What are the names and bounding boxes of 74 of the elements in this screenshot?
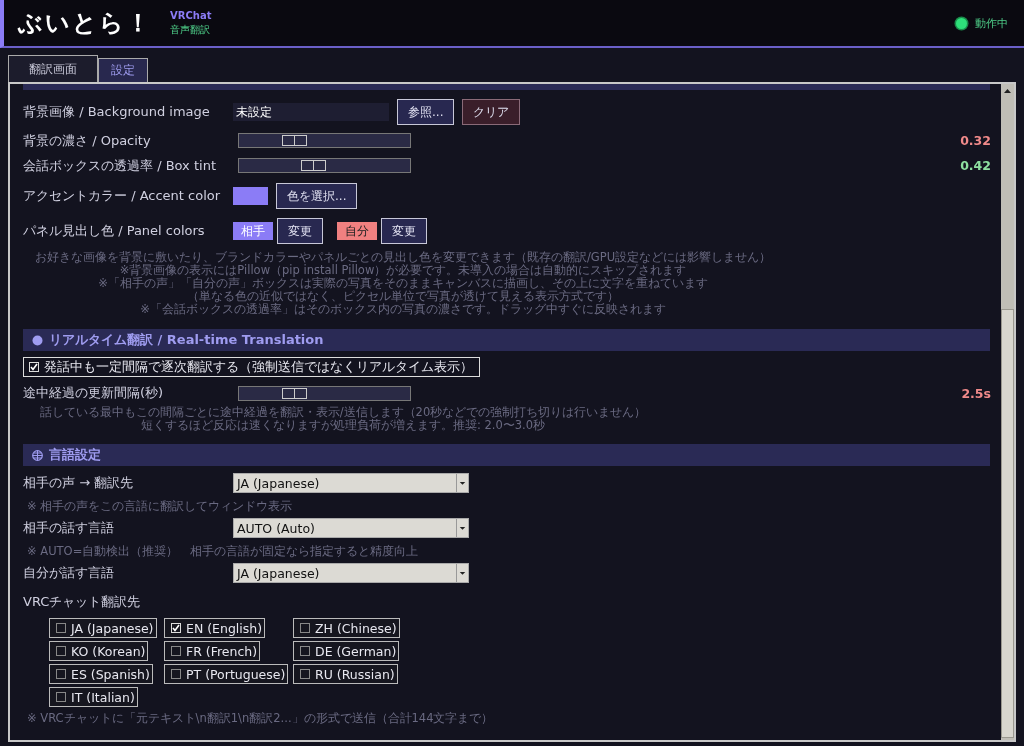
- help-text: ※「会話ボックスの透過率」はそのボックス内の写真の濃さです。ドラッグ中すぐに反映されます: [140, 303, 666, 316]
- checkbox[interactable]: [300, 623, 310, 633]
- slider-value: 0.32: [960, 133, 991, 148]
- checkbox[interactable]: [300, 669, 310, 679]
- field-label: 途中経過の更新間隔(秒): [23, 384, 165, 402]
- section-title: リアルタイム翻訳 / Real-time Translation: [49, 331, 324, 349]
- language-dropdown[interactable]: JA (Japanese): [233, 473, 469, 493]
- scroll-up-icon[interactable]: [1002, 86, 1013, 96]
- field-label: 背景画像 / Background image: [23, 103, 211, 121]
- scrollbar-thumb[interactable]: [1001, 309, 1014, 738]
- field-label: 相手の声 → 翻訳先: [23, 474, 135, 492]
- language-checkbox[interactable]: KO (Korean): [49, 641, 149, 661]
- field-label: 相手の話す言語: [23, 519, 115, 537]
- language-checkbox[interactable]: DE (German): [293, 641, 400, 661]
- language-checkbox[interactable]: RU (Russian): [293, 664, 398, 684]
- slider-track[interactable]: [238, 158, 411, 173]
- help-text: 話している最中もこの間隔ごとに途中経過を翻訳・表示/送信します（20秒などでの強制打ち切りは行いません）: [39, 406, 647, 419]
- language-checkbox[interactable]: EN (English): [164, 618, 266, 638]
- slider-thumb[interactable]: [281, 135, 307, 146]
- field-label: 会話ボックスの透過率 / Box tint: [23, 156, 217, 175]
- language-checkbox[interactable]: IT (Italian): [49, 687, 138, 707]
- globe-icon: [32, 449, 43, 461]
- help-text: ※ AUTO=自動検出（推奨） 相手の言語が固定なら指定すると精度向上: [26, 543, 420, 559]
- slider-thumb[interactable]: [281, 387, 307, 399]
- language-checkbox[interactable]: ES (Spanish): [49, 664, 153, 684]
- image-path-field[interactable]: 未設定: [233, 103, 389, 121]
- checkbox-option[interactable]: 発話中も一定間隔で逐次翻訳する（強制送信ではなくリアルタイム表示）: [23, 357, 480, 377]
- help-text: 短くするほど反応は速くなりますが処理負荷が増えます。推奨: 2.0〜3.0秒: [140, 419, 546, 432]
- app-subtitle: 音声翻訳: [170, 22, 211, 37]
- pick-color-button[interactable]: 色を選択...: [276, 183, 358, 209]
- language-checkbox[interactable]: PT (Portuguese): [164, 664, 289, 684]
- field-label: VRCチャット翻訳先: [23, 593, 142, 611]
- status-label: 動作中: [975, 15, 1008, 31]
- help-text: お好きな画像を背景に敷いたり、ブランドカラーやパネルごとの見出し色を変更できます（既存の翻訳/GPU設定などには影響しません）: [34, 251, 772, 264]
- section-title: 言語設定: [49, 446, 101, 464]
- language-dropdown[interactable]: JA (Japanese): [233, 563, 469, 583]
- checkbox[interactable]: [171, 646, 181, 656]
- help-text: （単なる色の近似ではなく、ピクセル単位で写真が透けて見える表示方式です）: [187, 290, 619, 303]
- help-text: ※ VRCチャットに「元テキスト\n翻訳1\n翻訳2...」の形式で送信（合計144文字まで）: [26, 710, 495, 726]
- tab[interactable]: 設定: [98, 58, 148, 82]
- clear-button[interactable]: クリア: [462, 99, 521, 125]
- slider-track[interactable]: [238, 133, 411, 148]
- field-label: パネル見出し色 / Panel colors: [23, 222, 206, 240]
- checkbox[interactable]: [56, 669, 66, 679]
- checkbox[interactable]: [171, 669, 181, 679]
- language-checkbox[interactable]: JA (Japanese): [49, 618, 157, 638]
- color-chip: 自分: [337, 222, 377, 240]
- slider-track[interactable]: [238, 385, 411, 401]
- language-checkbox[interactable]: FR (French): [164, 641, 261, 661]
- checkbox[interactable]: [56, 623, 66, 633]
- field-label: アクセントカラー / Accent color: [23, 187, 222, 205]
- checkbox[interactable]: [300, 646, 310, 656]
- scrollbar[interactable]: [1001, 84, 1014, 740]
- slider-value: 0.42: [960, 158, 991, 173]
- help-text: ※「相手の声」「自分の声」ボックスは実際の写真をそのままキャンバスに描画し、その上に文字を重ねています: [98, 277, 708, 290]
- change-button[interactable]: 変更: [381, 218, 427, 244]
- browse-button[interactable]: 参照...: [397, 99, 455, 125]
- tab[interactable]: 翻訳画面: [8, 55, 98, 82]
- slider-thumb[interactable]: [300, 160, 326, 171]
- color-swatch[interactable]: [233, 187, 268, 205]
- language-dropdown[interactable]: AUTO (Auto): [233, 518, 469, 538]
- language-checkbox[interactable]: ZH (Chinese): [293, 618, 400, 638]
- app-subtitle: VRChat: [170, 9, 212, 21]
- help-text: ※背景画像の表示にはPillow（pip install Pillow）が必要です。未導入の場合は自動的にスキップされます: [119, 264, 687, 277]
- color-chip: 相手: [233, 222, 273, 240]
- change-button[interactable]: 変更: [277, 218, 323, 244]
- field-label: 自分が話す言語: [23, 564, 115, 582]
- circle-icon: [32, 334, 43, 346]
- checkbox[interactable]: [56, 646, 66, 656]
- help-text: ※ 相手の声をこの言語に翻訳してウィンドウ表示: [26, 498, 294, 514]
- checkbox[interactable]: [56, 692, 66, 702]
- slider-value: 2.5s: [961, 385, 991, 401]
- field-label: 背景の濃さ / Opacity: [23, 131, 152, 150]
- app-title: ぶいとら！: [18, 8, 152, 39]
